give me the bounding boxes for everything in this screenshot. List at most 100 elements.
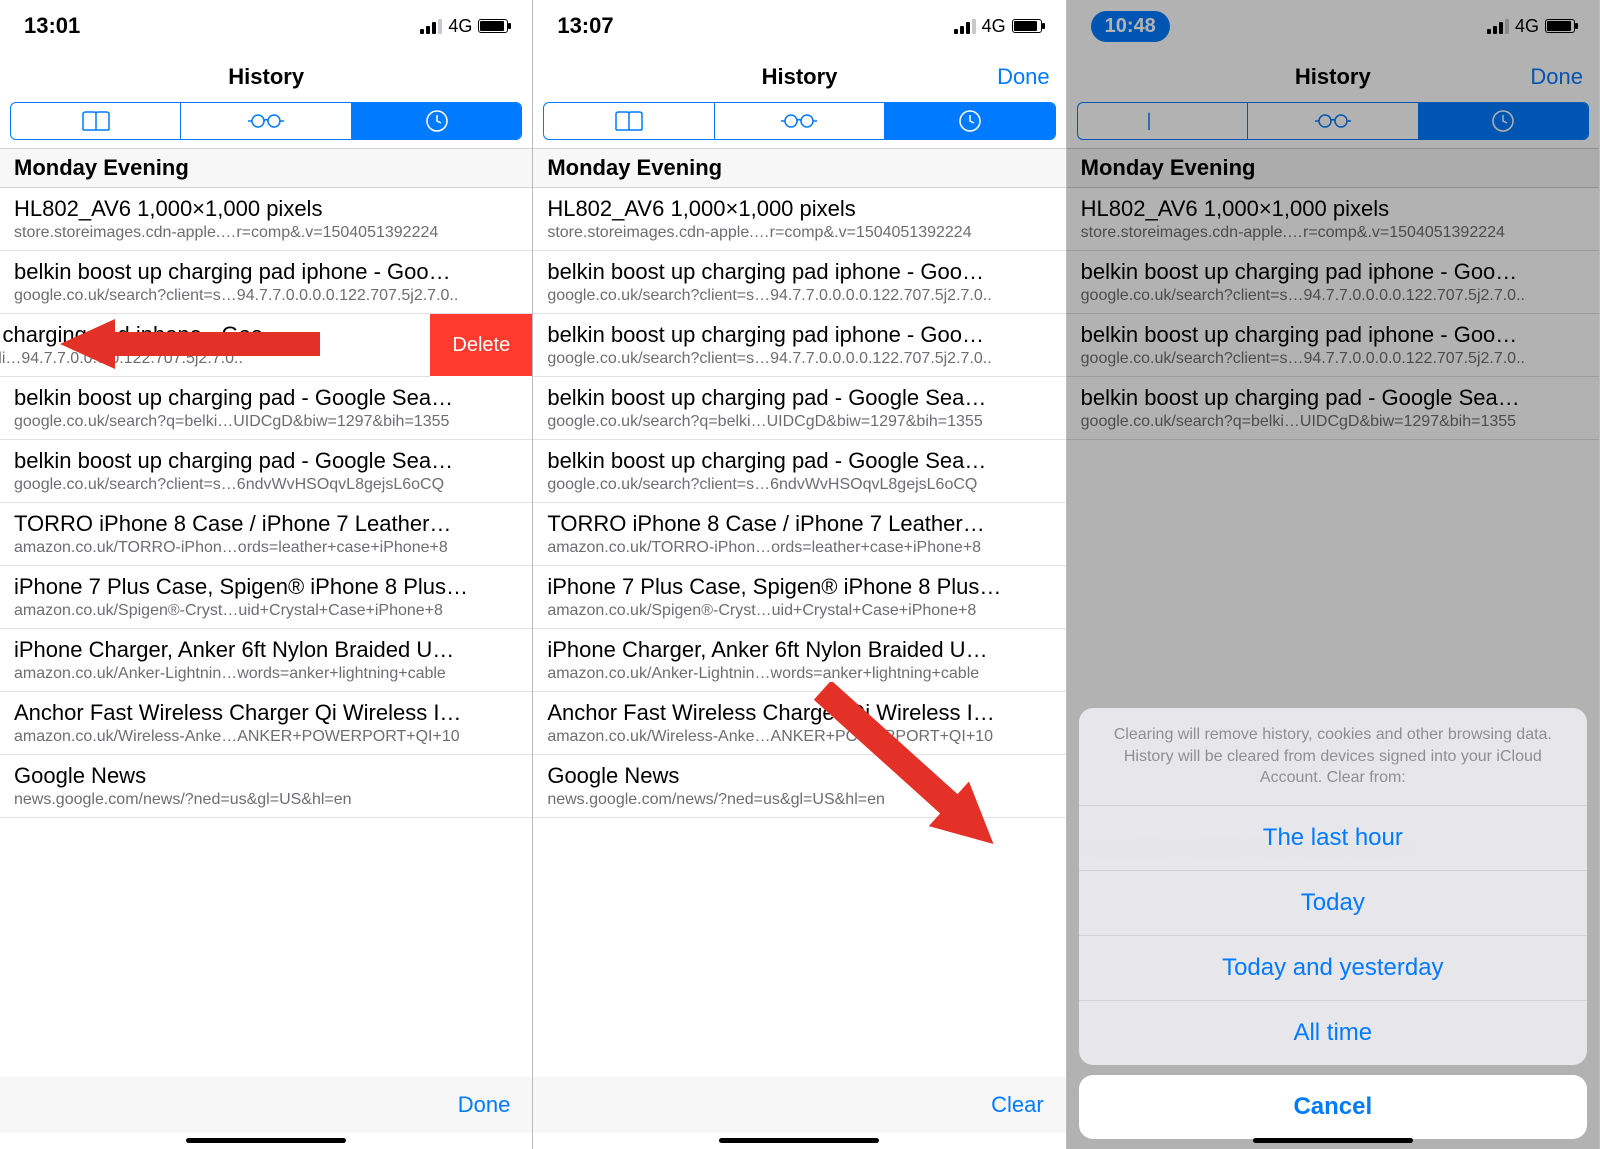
status-right: 4G: [420, 16, 508, 37]
delete-button[interactable]: Delete: [430, 314, 532, 376]
home-indicator[interactable]: [186, 1138, 346, 1143]
row-url: google.co.uk/search?client=s…6ndvWvHSOqv…: [547, 476, 1051, 494]
status-right: 4G: [954, 16, 1042, 37]
history-row[interactable]: TORRO iPhone 8 Case / iPhone 7 Leather… …: [0, 503, 532, 566]
clock-icon: [425, 109, 449, 133]
row-url: store.storeimages.cdn-apple.…r=comp&.v=1…: [14, 224, 518, 242]
history-row[interactable]: Anchor Fast Wireless Charger Qi Wireless…: [533, 692, 1065, 755]
history-row-swiped[interactable]: boost up charging pad iphone - Goo… uk/s…: [0, 314, 430, 377]
action-sheet: Clearing will remove history, cookies an…: [1079, 708, 1587, 1139]
row-title: iPhone 7 Plus Case, Spigen® iPhone 8 Plu…: [547, 574, 1051, 600]
row-title: iPhone Charger, Anker 6ft Nylon Braided …: [14, 637, 518, 663]
history-row[interactable]: belkin boost up charging pad - Google Se…: [533, 377, 1065, 440]
row-url: amazon.co.uk/TORRO-iPhon…ords=leather+ca…: [547, 539, 1051, 557]
signal-bars-icon: [420, 18, 442, 34]
tab-reading-list[interactable]: [181, 103, 351, 139]
page-title: History: [762, 64, 838, 90]
sheet-option-today-yesterday[interactable]: Today and yesterday: [1079, 936, 1587, 1001]
history-row[interactable]: belkin boost up charging pad iphone - Go…: [533, 251, 1065, 314]
history-row[interactable]: Anchor Fast Wireless Charger Qi Wireless…: [0, 692, 532, 755]
row-title: belkin boost up charging pad iphone - Go…: [547, 259, 1051, 285]
row-url: amazon.co.uk/Anker-Lightnin…words=anker+…: [547, 665, 1051, 683]
history-row[interactable]: belkin boost up charging pad - Google Se…: [533, 440, 1065, 503]
row-title: belkin boost up charging pad - Google Se…: [14, 385, 518, 411]
row-title: Google News: [547, 763, 1051, 789]
row-url: uk/search?cli…94.7.7.0.0.0.0.122.707.5j2…: [0, 350, 416, 368]
tab-history[interactable]: [885, 103, 1054, 139]
history-row[interactable]: Google News news.google.com/news/?ned=us&…: [533, 755, 1065, 818]
tab-reading-list[interactable]: [715, 103, 885, 139]
row-url: amazon.co.uk/Anker-Lightnin…words=anker+…: [14, 665, 518, 683]
row-url: store.storeimages.cdn-apple.…r=comp&.v=1…: [547, 224, 1051, 242]
row-url: google.co.uk/search?client=s…94.7.7.0.0.…: [14, 287, 518, 305]
history-row[interactable]: iPhone Charger, Anker 6ft Nylon Braided …: [0, 629, 532, 692]
row-title: belkin boost up charging pad - Google Se…: [14, 448, 518, 474]
row-url: news.google.com/news/?ned=us&gl=US&hl=en: [547, 791, 1051, 809]
signal-bars-icon: [954, 18, 976, 34]
row-title: Anchor Fast Wireless Charger Qi Wireless…: [547, 700, 1051, 726]
segmented-control[interactable]: [543, 102, 1055, 140]
row-title: belkin boost up charging pad iphone - Go…: [547, 322, 1051, 348]
book-icon: [614, 110, 644, 132]
row-title: boost up charging pad iphone - Goo…: [0, 322, 416, 348]
row-url: news.google.com/news/?ned=us&gl=US&hl=en: [14, 791, 518, 809]
row-url: google.co.uk/search?q=belki…UIDCgD&biw=1…: [547, 413, 1051, 431]
row-url: amazon.co.uk/Spigen®-Cryst…uid+Crystal+C…: [14, 602, 518, 620]
history-row[interactable]: belkin boost up charging pad - Google Se…: [0, 440, 532, 503]
segmented-control[interactable]: [10, 102, 522, 140]
done-button[interactable]: Done: [458, 1092, 511, 1118]
footer-bar: Done: [0, 1077, 532, 1133]
sheet-cancel-button[interactable]: Cancel: [1079, 1075, 1587, 1139]
clear-button[interactable]: Clear: [991, 1092, 1044, 1118]
history-row[interactable]: belkin boost up charging pad - Google Se…: [0, 377, 532, 440]
home-indicator[interactable]: [1253, 1138, 1413, 1143]
row-title: iPhone Charger, Anker 6ft Nylon Braided …: [547, 637, 1051, 663]
sheet-message: Clearing will remove history, cookies an…: [1079, 708, 1587, 806]
tab-history[interactable]: [352, 103, 521, 139]
nav-header: History: [0, 52, 532, 102]
glasses-icon: [781, 112, 817, 130]
history-row[interactable]: HL802_AV6 1,000×1,000 pixels store.store…: [0, 188, 532, 251]
tab-bookmarks[interactable]: [11, 103, 181, 139]
status-time: 13:07: [557, 13, 613, 39]
history-row[interactable]: belkin boost up charging pad iphone - Go…: [533, 314, 1065, 377]
history-row[interactable]: Google News news.google.com/news/?ned=us…: [0, 755, 532, 818]
sheet-option-all-time[interactable]: All time: [1079, 1001, 1587, 1065]
row-url: google.co.uk/search?client=s…94.7.7.0.0.…: [547, 350, 1051, 368]
row-title: Anchor Fast Wireless Charger Qi Wireless…: [14, 700, 518, 726]
battery-icon: [1012, 19, 1042, 33]
history-row[interactable]: belkin boost up charging pad iphone - Go…: [0, 251, 532, 314]
row-title: belkin boost up charging pad - Google Se…: [547, 385, 1051, 411]
page-title: History: [228, 64, 304, 90]
tab-bookmarks[interactable]: [544, 103, 714, 139]
section-header: Monday Evening: [0, 148, 532, 188]
sheet-option-today[interactable]: Today: [1079, 871, 1587, 936]
battery-icon: [478, 19, 508, 33]
row-url: google.co.uk/search?client=s…6ndvWvHSOqv…: [14, 476, 518, 494]
row-url: amazon.co.uk/TORRO-iPhon…ords=leather+ca…: [14, 539, 518, 557]
row-title: TORRO iPhone 8 Case / iPhone 7 Leather…: [14, 511, 518, 537]
home-indicator[interactable]: [719, 1138, 879, 1143]
book-icon: [81, 110, 111, 132]
glasses-icon: [248, 112, 284, 130]
clock-icon: [958, 109, 982, 133]
history-row[interactable]: iPhone Charger, Anker 6ft Nylon Braided …: [533, 629, 1065, 692]
history-row[interactable]: HL802_AV6 1,000×1,000 pixelsstore.storei…: [533, 188, 1065, 251]
row-url: google.co.uk/search?q=belki…UIDCgD&biw=1…: [14, 413, 518, 431]
footer-bar: Clear: [533, 1077, 1065, 1133]
network-label: 4G: [448, 16, 472, 37]
sheet-option-last-hour[interactable]: The last hour: [1079, 806, 1587, 871]
row-url: amazon.co.uk/Wireless-Anke…ANKER+POWERPO…: [14, 728, 518, 746]
status-bar: 13:07 4G: [533, 0, 1065, 52]
row-title: belkin boost up charging pad iphone - Go…: [14, 259, 518, 285]
done-button[interactable]: Done: [997, 64, 1050, 90]
row-title: belkin boost up charging pad - Google Se…: [547, 448, 1051, 474]
history-row[interactable]: TORRO iPhone 8 Case / iPhone 7 Leather…a…: [533, 503, 1065, 566]
history-row[interactable]: iPhone 7 Plus Case, Spigen® iPhone 8 Plu…: [533, 566, 1065, 629]
row-url: google.co.uk/search?client=s…94.7.7.0.0.…: [547, 287, 1051, 305]
row-title: HL802_AV6 1,000×1,000 pixels: [14, 196, 518, 222]
row-title: iPhone 7 Plus Case, Spigen® iPhone 8 Plu…: [14, 574, 518, 600]
status-bar: 13:01 4G: [0, 0, 532, 52]
history-row[interactable]: iPhone 7 Plus Case, Spigen® iPhone 8 Plu…: [0, 566, 532, 629]
row-url: amazon.co.uk/Spigen®-Cryst…uid+Crystal+C…: [547, 602, 1051, 620]
